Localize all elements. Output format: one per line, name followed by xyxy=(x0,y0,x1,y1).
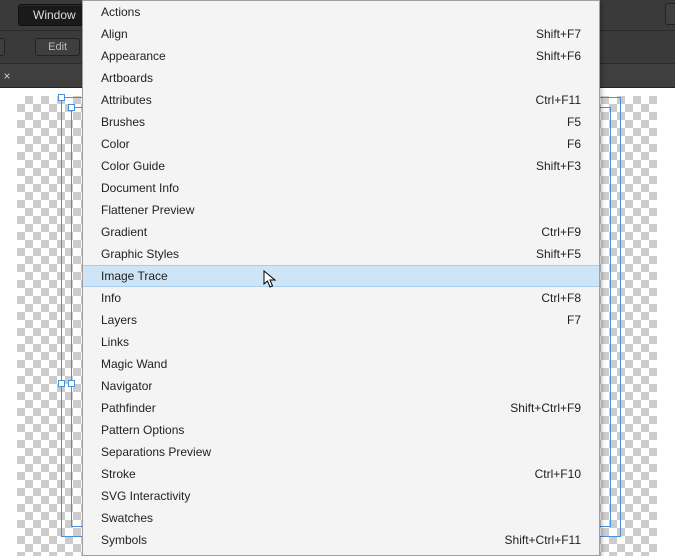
menu-item-gradient[interactable]: Gradient Ctrl+F9 xyxy=(83,221,599,243)
menu-item-label: Swatches xyxy=(101,511,153,525)
menu-item-pattern-options[interactable]: Pattern Options xyxy=(83,419,599,441)
menu-item-label: Graphic Styles xyxy=(101,247,179,261)
menu-item-label: Artboards xyxy=(101,71,153,85)
menu-item-label: Navigator xyxy=(101,379,152,393)
menu-item-magic-wand[interactable]: Magic Wand xyxy=(83,353,599,375)
menu-item-align[interactable]: Align Shift+F7 xyxy=(83,23,599,45)
menu-item-label: Symbols xyxy=(101,533,147,547)
menu-item-label: Separations Preview xyxy=(101,445,211,459)
menu-item-label: Align xyxy=(101,27,128,41)
menu-item-color-guide[interactable]: Color Guide Shift+F3 xyxy=(83,155,599,177)
menu-item-shortcut: Shift+F7 xyxy=(536,27,581,41)
menu-item-svg-interactivity[interactable]: SVG Interactivity xyxy=(83,485,599,507)
window-menu-button[interactable]: Window xyxy=(18,4,91,26)
menu-item-symbols[interactable]: Symbols Shift+Ctrl+F11 xyxy=(83,529,599,551)
menu-item-shortcut: Ctrl+F8 xyxy=(541,291,581,305)
menu-item-flattener-preview[interactable]: Flattener Preview xyxy=(83,199,599,221)
menu-item-label: Pattern Options xyxy=(101,423,184,437)
menu-item-shortcut: Shift+F3 xyxy=(536,159,581,173)
menu-item-label: Flattener Preview xyxy=(101,203,194,217)
menu-item-shortcut: Shift+F6 xyxy=(536,49,581,63)
menu-item-label: Brushes xyxy=(101,115,145,129)
menu-item-shortcut: Shift+F5 xyxy=(536,247,581,261)
menu-item-shortcut: Ctrl+F11 xyxy=(536,93,581,107)
menu-item-label: Actions xyxy=(101,5,140,19)
menu-item-shortcut: F7 xyxy=(567,313,581,327)
menu-item-swatches[interactable]: Swatches xyxy=(83,507,599,529)
menu-item-stroke[interactable]: Stroke Ctrl+F10 xyxy=(83,463,599,485)
menu-item-links[interactable]: Links xyxy=(83,331,599,353)
edit-button[interactable]: Edit xyxy=(35,38,80,56)
menu-item-separations-preview[interactable]: Separations Preview xyxy=(83,441,599,463)
selection-handle[interactable] xyxy=(58,94,65,101)
selection-handle[interactable] xyxy=(68,104,75,111)
menu-item-label: Document Info xyxy=(101,181,179,195)
close-icon[interactable]: × xyxy=(0,69,14,83)
menu-item-transform[interactable]: TransformShift+F8 xyxy=(83,551,599,556)
menu-item-actions[interactable]: Actions xyxy=(83,1,599,23)
menu-item-label: Info xyxy=(101,291,121,305)
menu-item-shortcut: F6 xyxy=(567,137,581,151)
menu-item-shortcut: F5 xyxy=(567,115,581,129)
menu-item-artboards[interactable]: Artboards xyxy=(83,67,599,89)
menu-item-label: Color Guide xyxy=(101,159,165,173)
menu-item-shortcut: Ctrl+F10 xyxy=(535,467,581,481)
menu-item-layers[interactable]: Layers F7 xyxy=(83,309,599,331)
window-dropdown-menu: Actions Align Shift+F7 Appearance Shift+F6 Ar… xyxy=(82,0,600,556)
menu-item-image-trace[interactable]: Image Trace xyxy=(83,265,599,287)
menu-item-shortcut: Shift+Ctrl+F11 xyxy=(505,533,581,547)
menu-item-label: Pathfinder xyxy=(101,401,156,415)
menu-item-label: Magic Wand xyxy=(101,357,167,371)
menu-item-graphic-styles[interactable]: Graphic Styles Shift+F5 xyxy=(83,243,599,265)
menu-item-info[interactable]: Info Ctrl+F8 xyxy=(83,287,599,309)
menu-item-label: Layers xyxy=(101,313,137,327)
toolbar-button-fragment[interactable] xyxy=(665,3,675,25)
menu-item-shortcut: Shift+Ctrl+F9 xyxy=(510,401,581,415)
menu-item-navigator[interactable]: Navigator xyxy=(83,375,599,397)
menu-item-label: Appearance xyxy=(101,49,166,63)
menu-item-label: SVG Interactivity xyxy=(101,489,190,503)
menu-item-pathfinder[interactable]: Pathfinder Shift+Ctrl+F9 xyxy=(83,397,599,419)
menu-item-shortcut: Ctrl+F9 xyxy=(541,225,581,239)
toolbar-button-partial[interactable]: d xyxy=(0,38,5,56)
menu-item-label: Color xyxy=(101,137,130,151)
selection-handle[interactable] xyxy=(68,380,75,387)
menu-item-label: Image Trace xyxy=(101,269,168,283)
menu-item-label: Stroke xyxy=(101,467,136,481)
menu-item-brushes[interactable]: Brushes F5 xyxy=(83,111,599,133)
menu-item-label: Links xyxy=(101,335,129,349)
selection-handle[interactable] xyxy=(58,380,65,387)
menu-item-color[interactable]: Color F6 xyxy=(83,133,599,155)
menu-item-document-info[interactable]: Document Info xyxy=(83,177,599,199)
menu-item-label: Gradient xyxy=(101,225,147,239)
menu-item-appearance[interactable]: Appearance Shift+F6 xyxy=(83,45,599,67)
menu-item-label: Attributes xyxy=(101,93,152,107)
menu-item-attributes[interactable]: Attributes Ctrl+F11 xyxy=(83,89,599,111)
